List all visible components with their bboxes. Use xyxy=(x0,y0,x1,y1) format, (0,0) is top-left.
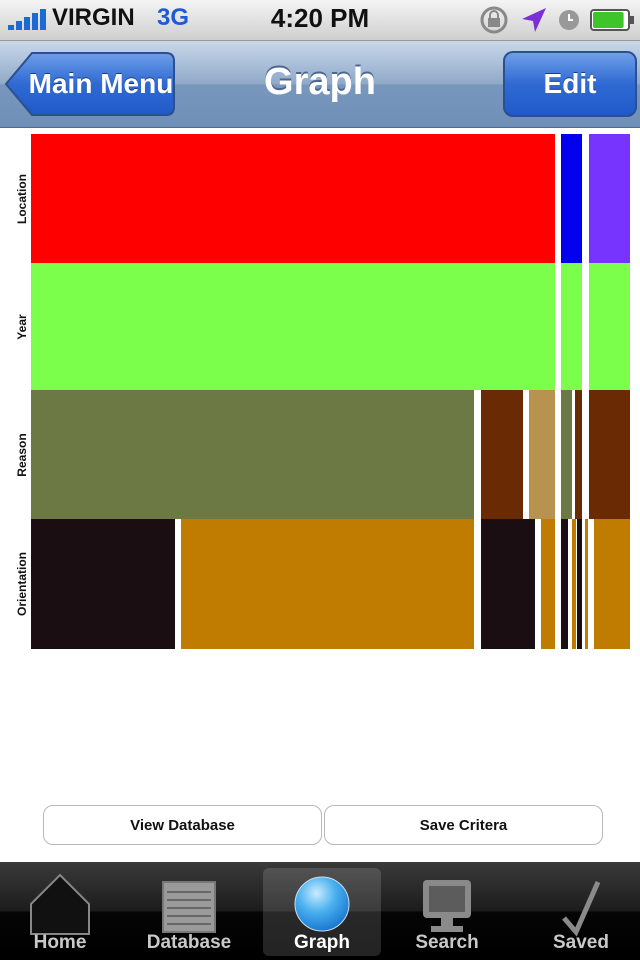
tab-bar: Home Database Graph Search Saved xyxy=(0,862,640,960)
graph-cell-year-1[interactable] xyxy=(561,263,583,390)
graph-cell-orientation-5[interactable] xyxy=(571,519,577,649)
row-label-year: Year xyxy=(15,313,29,340)
save-criteria-button[interactable]: Save Critera xyxy=(324,805,603,845)
location-arrow-icon xyxy=(522,8,546,32)
row-label-location: Location xyxy=(15,173,29,224)
status-bar: VIRGIN 3G 4:20 PM xyxy=(0,0,640,41)
tab-label-database: Database xyxy=(146,932,232,953)
row-label-reason: Reason xyxy=(15,432,29,477)
tab-database[interactable]: Database xyxy=(130,868,248,956)
view-database-button[interactable]: View Database xyxy=(43,805,322,845)
tab-label-graph: Graph xyxy=(294,932,350,953)
parallel-sets-graph: Location Year Reason Orientation xyxy=(0,128,640,658)
graph-cell-reason-5[interactable] xyxy=(589,390,630,519)
page-title: Graph xyxy=(264,61,376,103)
graph-cell-orientation-7[interactable] xyxy=(585,519,589,649)
graph-icon xyxy=(263,872,381,932)
navigation-bar: Main Menu Graph Edit xyxy=(0,41,640,128)
saved-icon xyxy=(522,872,640,937)
graph-cell-year-2[interactable] xyxy=(589,263,630,390)
home-icon xyxy=(1,872,119,935)
edit-button[interactable]: Edit xyxy=(503,51,637,117)
graph-cell-reason-3[interactable] xyxy=(561,390,572,519)
tab-saved[interactable]: Saved xyxy=(522,868,640,956)
graph-cell-reason-4[interactable] xyxy=(574,390,583,519)
tab-label-search: Search xyxy=(415,932,479,953)
graph-cell-reason-0[interactable] xyxy=(31,390,475,519)
tab-graph[interactable]: Graph xyxy=(263,868,381,956)
tab-home[interactable]: Home xyxy=(1,868,119,956)
rotation-lock-icon xyxy=(480,6,508,34)
graph-cell-orientation-4[interactable] xyxy=(561,519,569,649)
battery-icon xyxy=(590,9,634,31)
database-icon xyxy=(130,872,248,933)
graph-cell-orientation-0[interactable] xyxy=(31,519,175,649)
graph-cell-orientation-6[interactable] xyxy=(577,519,583,649)
row-label-orientation: Orientation xyxy=(15,552,29,617)
main-menu-back-button[interactable]: Main Menu xyxy=(4,51,176,117)
graph-cell-reason-2[interactable] xyxy=(529,390,556,519)
graph-cell-orientation-8[interactable] xyxy=(594,519,630,649)
graph-cell-orientation-2[interactable] xyxy=(481,519,536,649)
back-button-label: Main Menu xyxy=(28,68,174,99)
graph-cell-location-1[interactable] xyxy=(561,134,583,263)
search-icon xyxy=(388,872,506,932)
tab-label-saved: Saved xyxy=(553,932,609,953)
tab-search[interactable]: Search xyxy=(388,868,506,956)
graph-cell-orientation-1[interactable] xyxy=(180,519,475,649)
graph-cell-year-0[interactable] xyxy=(31,263,556,390)
tab-label-home: Home xyxy=(33,932,87,953)
graph-cell-reason-1[interactable] xyxy=(481,390,524,519)
graph-cell-location-2[interactable] xyxy=(589,134,630,263)
graph-cell-location-0[interactable] xyxy=(31,134,556,263)
alarm-clock-icon xyxy=(559,10,579,30)
graph-cell-orientation-3[interactable] xyxy=(541,519,556,649)
